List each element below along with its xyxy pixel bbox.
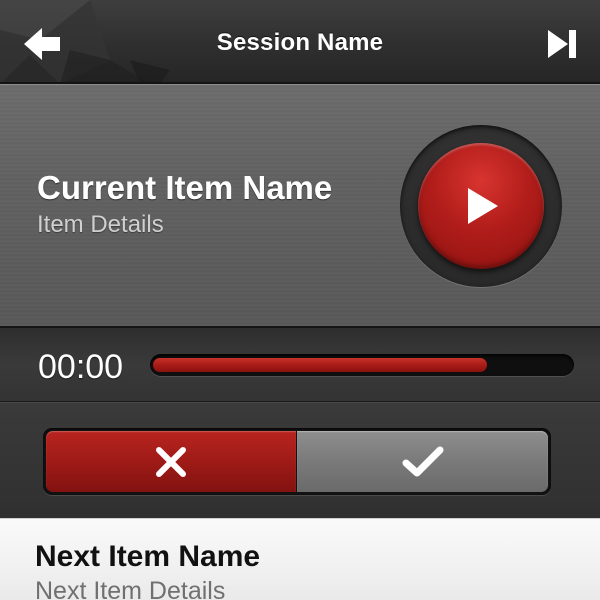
play-button[interactable] [418,143,544,269]
decision-section [0,402,600,518]
next-item-name: Next Item Name [35,540,261,573]
play-button-ring [400,125,562,287]
reject-button[interactable] [46,431,296,492]
progress-fill [153,358,488,372]
navigation-bar: Session Name [0,0,600,84]
player-screen: Session Name Current Item Name Item Deta… [0,0,600,600]
close-icon [156,446,186,477]
now-playing-panel: Current Item Name Item Details [0,84,600,326]
skip-forward-icon [548,30,576,58]
next-item-row[interactable]: Next Item Name Next Item Details [0,518,600,600]
play-icon [468,188,498,224]
accept-button[interactable] [297,431,548,492]
session-title: Session Name [216,29,384,56]
skip-forward-button[interactable] [542,26,582,62]
checkmark-icon [402,446,443,476]
current-item-name: Current Item Name [37,169,333,206]
next-item-details: Next Item Details [35,577,226,600]
progress-bar[interactable] [150,354,574,376]
current-item-details: Item Details [37,211,164,238]
progress-section: 00:00 [0,326,600,402]
elapsed-time: 00:00 [38,348,124,386]
reject-accept-control [43,428,551,495]
